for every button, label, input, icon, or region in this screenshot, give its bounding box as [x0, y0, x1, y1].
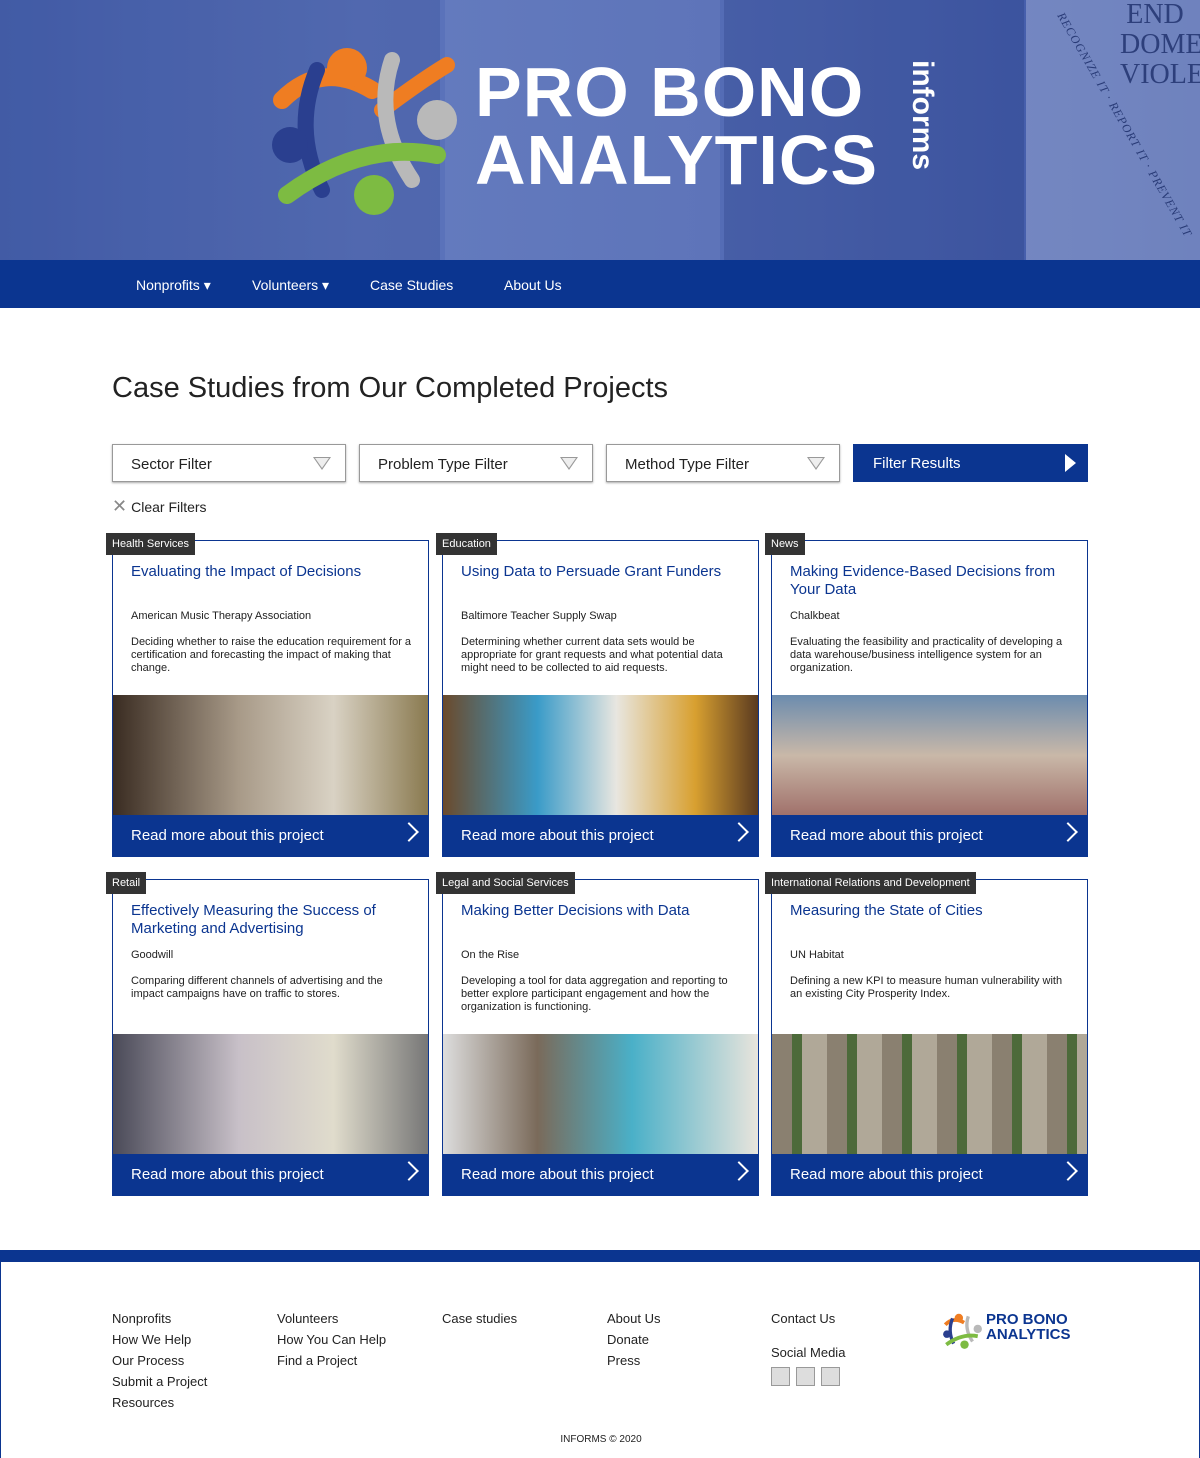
- footer-link[interactable]: Donate: [607, 1329, 660, 1350]
- poster-text: END DOMESTIC VIOLENCE: [1120, 0, 1200, 90]
- case-study-card: Education Using Data to Persuade Grant F…: [436, 533, 759, 857]
- card-image: [443, 695, 758, 816]
- problem-type-filter-select[interactable]: Problem Type Filter: [359, 444, 593, 482]
- footer-col-nonprofits: Nonprofits How We Help Our Process Submi…: [112, 1308, 207, 1413]
- footer-col-case-studies: Case studies: [442, 1308, 517, 1329]
- chevron-right-icon: [729, 1161, 749, 1181]
- logo-mark-icon: [943, 1313, 982, 1349]
- card-title[interactable]: Effectively Measuring the Success of Mar…: [131, 902, 416, 938]
- footer-col-contact: Contact Us Social Media: [771, 1308, 845, 1386]
- card-organization: Goodwill: [131, 949, 174, 961]
- footer-link[interactable]: Submit a Project: [112, 1371, 207, 1392]
- card-description: Defining a new KPI to measure human vuln…: [790, 975, 1063, 1000]
- logo-wordmark: PRO BONO ANALYTICS: [475, 53, 879, 199]
- case-study-card: International Relations and Development …: [765, 872, 1088, 1196]
- page-title: Case Studies from Our Completed Projects: [112, 372, 669, 404]
- card-organization: UN Habitat: [790, 949, 844, 961]
- card-image: [772, 695, 1087, 816]
- contact-us-link[interactable]: Contact Us: [771, 1308, 845, 1329]
- arrow-right-icon: [1065, 454, 1076, 472]
- read-more-button[interactable]: Read more about this project: [113, 815, 428, 856]
- social-icon[interactable]: [796, 1367, 815, 1386]
- chevron-right-icon: [1058, 822, 1078, 842]
- card-organization: American Music Therapy Association: [131, 610, 312, 622]
- nav-volunteers[interactable]: Volunteers ▾: [252, 277, 329, 294]
- case-study-card: News Making Evidence-Based Decisions fro…: [765, 533, 1088, 857]
- main-nav: Nonprofits ▾ Volunteers ▾ Case Studies A…: [0, 260, 1200, 308]
- card-image: [113, 695, 428, 816]
- card-description: Developing a tool for data aggregation a…: [461, 975, 728, 1013]
- dropdown-triangle-icon: [313, 457, 331, 470]
- nav-case-studies[interactable]: Case Studies: [370, 277, 453, 293]
- sector-tag: Retail: [106, 872, 147, 894]
- footer-heading[interactable]: Nonprofits: [112, 1308, 207, 1329]
- card-description: Evaluating the feasibility and practical…: [790, 636, 1063, 674]
- card-organization: Baltimore Teacher Supply Swap: [461, 610, 617, 622]
- card-description: Determining whether current data sets wo…: [461, 636, 723, 674]
- chevron-right-icon: [1058, 1161, 1078, 1181]
- case-study-card: Health Services Evaluating the Impact of…: [106, 533, 429, 857]
- footer-link[interactable]: How You Can Help: [277, 1329, 386, 1350]
- footer-col-about: About Us Donate Press: [607, 1308, 660, 1371]
- sector-tag: Legal and Social Services: [436, 872, 575, 894]
- card-title[interactable]: Evaluating the Impact of Decisions: [131, 563, 416, 581]
- sector-tag: News: [765, 533, 805, 555]
- footer-top-bar: [0, 1250, 1200, 1262]
- clear-filters-link[interactable]: ✕ Clear Filters: [112, 496, 207, 517]
- social-icon[interactable]: [821, 1367, 840, 1386]
- footer-logo[interactable]: PRO BONO ANALYTICS: [941, 1310, 1091, 1352]
- social-media-heading: Social Media: [771, 1345, 846, 1360]
- chevron-right-icon: [399, 822, 419, 842]
- social-icons: [771, 1367, 845, 1386]
- footer-link[interactable]: How We Help: [112, 1329, 207, 1350]
- case-study-card: Legal and Social Services Making Better …: [436, 872, 759, 1196]
- card-image: [443, 1034, 758, 1155]
- sector-tag: Health Services: [106, 533, 196, 555]
- footer-col-volunteers: Volunteers How You Can Help Find a Proje…: [277, 1308, 386, 1371]
- footer: Nonprofits How We Help Our Process Submi…: [0, 1262, 1200, 1458]
- card-description: Comparing different channels of advertis…: [131, 975, 383, 1000]
- read-more-button[interactable]: Read more about this project: [443, 815, 758, 856]
- method-type-filter-select[interactable]: Method Type Filter: [606, 444, 840, 482]
- card-organization: On the Rise: [461, 949, 520, 961]
- footer-heading[interactable]: Volunteers: [277, 1308, 386, 1329]
- dropdown-triangle-icon: [560, 457, 578, 470]
- footer-link[interactable]: Our Process: [112, 1350, 207, 1371]
- sector-tag: International Relations and Development: [765, 872, 976, 894]
- card-title[interactable]: Measuring the State of Cities: [790, 902, 1075, 920]
- read-more-button[interactable]: Read more about this project: [772, 1154, 1087, 1195]
- hero-banner: END DOMESTIC VIOLENCE RECOGNIZE IT · REP…: [0, 0, 1200, 260]
- social-icon[interactable]: [771, 1367, 790, 1386]
- read-more-button[interactable]: Read more about this project: [443, 1154, 758, 1195]
- footer-heading[interactable]: Case studies: [442, 1308, 517, 1329]
- chevron-right-icon: [399, 1161, 419, 1181]
- close-icon: ✕: [112, 496, 128, 516]
- card-image: [113, 1034, 428, 1155]
- sector-tag: Education: [436, 533, 497, 555]
- card-organization: Chalkbeat: [790, 610, 840, 622]
- footer-link[interactable]: Find a Project: [277, 1350, 386, 1371]
- footer-link[interactable]: Resources: [112, 1392, 207, 1413]
- informs-logo: informs: [906, 60, 939, 171]
- filter-results-button[interactable]: Filter Results: [853, 444, 1088, 482]
- read-more-button[interactable]: Read more about this project: [113, 1154, 428, 1195]
- card-image: [772, 1034, 1087, 1155]
- read-more-button[interactable]: Read more about this project: [772, 815, 1087, 856]
- nav-about-us[interactable]: About Us: [504, 277, 562, 293]
- footer-link[interactable]: Press: [607, 1350, 660, 1371]
- logo-mark-icon: [272, 48, 457, 215]
- card-title[interactable]: Making Better Decisions with Data: [461, 902, 746, 920]
- card-description: Deciding whether to raise the education …: [131, 636, 412, 674]
- chevron-right-icon: [729, 822, 749, 842]
- sector-filter-select[interactable]: Sector Filter: [112, 444, 346, 482]
- dropdown-triangle-icon: [807, 457, 825, 470]
- nav-nonprofits[interactable]: Nonprofits ▾: [136, 277, 211, 294]
- copyright: INFORMS © 2020: [560, 1434, 642, 1445]
- card-title[interactable]: Making Evidence-Based Decisions from You…: [790, 563, 1075, 599]
- footer-heading[interactable]: About Us: [607, 1308, 660, 1329]
- case-study-card: Retail Effectively Measuring the Success…: [106, 872, 429, 1196]
- card-title[interactable]: Using Data to Persuade Grant Funders: [461, 563, 746, 581]
